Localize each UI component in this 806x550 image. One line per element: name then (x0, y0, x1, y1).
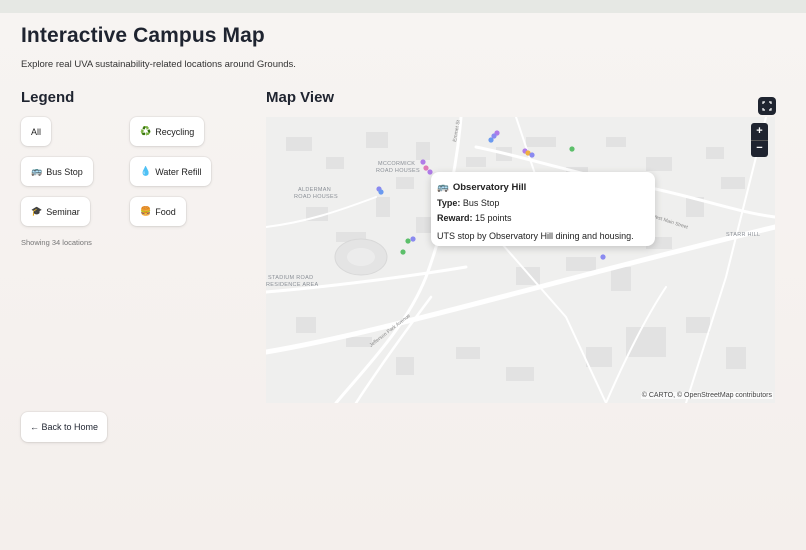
map-marker[interactable] (400, 249, 406, 255)
popup-type-value: Bus Stop (462, 197, 500, 208)
map-marker[interactable] (427, 169, 433, 175)
popup-title: Observatory Hill (452, 182, 527, 193)
chip-label: Recycling (155, 126, 195, 137)
location-count: Showing 34 locations (21, 238, 92, 247)
popup-type-row: Type: Bus Stop (437, 196, 649, 212)
bus-icon: 🚌 (31, 166, 43, 176)
map-label-stadium: STADIUM ROAD (268, 275, 313, 281)
map-label-mccormick-houses: ROAD HOUSES (376, 168, 420, 174)
filter-chip-recycling[interactable]: ♻️ Recycling (130, 117, 205, 146)
water-drop-icon: 💧 (140, 166, 152, 176)
fullscreen-icon (762, 101, 772, 111)
filter-chip-seminar[interactable]: 🎓 Seminar (21, 197, 90, 226)
chip-label: Seminar (46, 206, 80, 217)
popup-reward-label: Reward: (437, 213, 476, 223)
browser-top-bar (0, 0, 806, 13)
map-marker[interactable] (410, 236, 416, 242)
zoom-controls: + − (751, 123, 768, 157)
map-label-alderman: ALDERMAN (298, 187, 331, 193)
map-marker[interactable] (378, 189, 384, 195)
map-label-mccormick: MCCORMICK (378, 161, 415, 167)
food-icon: 🍔 (140, 206, 152, 216)
map-tiles: MCCORMICK ROAD HOUSES ALDERMAN ROAD HOUS… (266, 117, 775, 403)
popup-title-row: 🚌 Observatory Hill (437, 180, 649, 196)
chip-label: All (31, 126, 42, 137)
map-label-alderman-houses: ROAD HOUSES (294, 194, 338, 200)
filter-chip-food[interactable]: 🍔 Food (130, 197, 186, 226)
popup-description: UTS stop by Observatory Hill dining and … (437, 230, 634, 241)
popup-type-label: Type: (437, 197, 463, 208)
page-title: Interactive Campus Map (21, 24, 265, 47)
zoom-in-button[interactable]: + (751, 123, 768, 140)
campus-map[interactable]: MCCORMICK ROAD HOUSES ALDERMAN ROAD HOUS… (266, 117, 775, 403)
graduation-cap-icon: 🎓 (31, 206, 43, 216)
map-marker[interactable] (423, 165, 429, 171)
map-marker[interactable] (569, 146, 575, 152)
chip-label: Water Refill (155, 166, 202, 177)
filter-chip-all[interactable]: All (21, 117, 52, 146)
recycling-icon: ♻️ (140, 126, 152, 136)
back-to-home-button[interactable]: ← Back to Home (21, 412, 108, 442)
zoom-out-button[interactable]: − (751, 139, 768, 158)
map-marker[interactable] (491, 133, 497, 139)
chip-label: Bus Stop (46, 166, 83, 177)
fullscreen-button[interactable] (758, 97, 776, 115)
popup-reward-value: 15 points (475, 213, 512, 223)
map-marker[interactable] (600, 254, 606, 260)
location-popup: 🚌 Observatory Hill Type: Bus Stop Reward… (431, 172, 655, 246)
map-label-stadium-residence: RESIDENCE AREA (266, 282, 319, 288)
popup-reward-row: Reward: 15 points (437, 211, 649, 227)
map-marker[interactable] (529, 152, 535, 158)
map-marker[interactable] (420, 159, 426, 165)
map-title: Map View (266, 89, 335, 106)
filter-chip-bus-stop[interactable]: 🚌 Bus Stop (21, 157, 93, 186)
map-marker[interactable] (405, 238, 411, 244)
filter-chip-water-refill[interactable]: 💧 Water Refill (130, 157, 212, 186)
page-subtitle: Explore real UVA sustainability-related … (21, 59, 296, 70)
bus-icon: 🚌 (437, 182, 449, 193)
map-attribution: © CARTO, © OpenStreetMap contributors (640, 392, 773, 399)
chip-label: Food (155, 206, 176, 217)
map-label-starr-hill: STARR HILL (726, 232, 760, 238)
legend-title: Legend (21, 89, 75, 106)
